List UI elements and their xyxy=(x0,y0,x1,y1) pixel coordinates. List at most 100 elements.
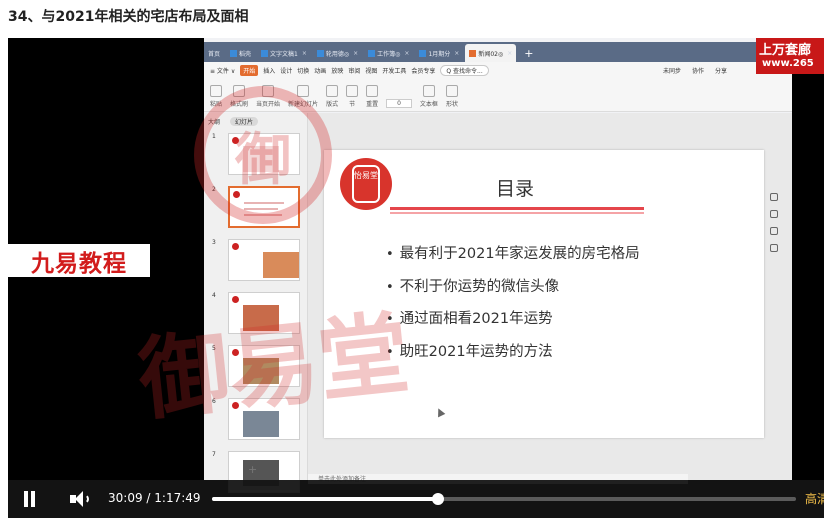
menu-right-group: 未同步 协作 分享 xyxy=(663,66,732,75)
title-rule xyxy=(390,207,644,210)
seal-watermark: 御 xyxy=(194,86,332,224)
seal-text: 怡易堂 xyxy=(352,165,380,203)
reset-icon xyxy=(366,85,379,97)
tab-active-presentation[interactable]: 新闻02◎ × xyxy=(465,44,517,62)
section-icon xyxy=(346,85,359,97)
reset-button[interactable]: 重置 xyxy=(366,85,378,108)
settings-icon[interactable] xyxy=(770,193,778,201)
menu-member[interactable]: 会员专享 xyxy=(411,66,435,75)
slide-number: 4 xyxy=(212,292,216,299)
menu-insert[interactable]: 插入 xyxy=(263,66,275,75)
menu-slideshow[interactable]: 放映 xyxy=(331,66,343,75)
bullet-item[interactable]: 通过面相看2021年运势 xyxy=(386,307,640,340)
text-box-button[interactable]: 文本框 xyxy=(420,85,438,108)
tab-label: 首页 xyxy=(208,50,221,58)
command-search[interactable]: Q 查找命令... xyxy=(440,64,489,76)
tab-slides-a[interactable]: 轮用德◎ × xyxy=(313,44,362,62)
brand-watermark-top: 上万套廊 www.265 xyxy=(756,38,824,74)
pin-icon[interactable] xyxy=(770,210,778,218)
close-icon[interactable]: × xyxy=(302,50,307,57)
close-icon[interactable]: × xyxy=(353,50,358,57)
progress-handle[interactable] xyxy=(432,493,444,505)
slides-icon xyxy=(316,49,324,57)
player-controls: 30:09 / 1:17:49 高清 xyxy=(8,480,824,518)
sync-status[interactable]: 未同步 xyxy=(663,66,681,75)
ribbon-label: 重置 xyxy=(366,101,379,108)
file-menu[interactable]: ≡ 文件 ∨ xyxy=(210,66,235,75)
tab-label: 文字文稿1 xyxy=(270,50,298,58)
seal-logo: 怡易堂 xyxy=(340,158,392,210)
thumbnail-image xyxy=(263,252,299,278)
text-box-icon xyxy=(422,85,435,97)
brand-watermark-left: 九易教程 xyxy=(8,244,150,277)
shape-icon xyxy=(445,85,458,97)
docer-icon xyxy=(230,49,238,57)
pause-icon xyxy=(31,491,35,507)
time-display: 30:09 / 1:17:49 xyxy=(108,491,201,505)
bullet-item[interactable]: 助旺2021年运势的方法 xyxy=(386,340,640,373)
menu-home[interactable]: 开始 xyxy=(240,64,259,76)
tab-docer[interactable]: 稻壳 xyxy=(226,44,255,62)
ribbon-label: 节 xyxy=(349,101,356,108)
tab-label: 轮用德◎ xyxy=(325,50,350,58)
seal-icon xyxy=(232,243,239,250)
tab-label: 稻壳 xyxy=(239,50,252,58)
menu-developer[interactable]: 开发工具 xyxy=(382,66,406,75)
menu-view[interactable]: 视图 xyxy=(365,66,377,75)
menu-review[interactable]: 审阅 xyxy=(348,66,360,75)
ribbon-label: 形状 xyxy=(445,101,458,108)
slide-number: 3 xyxy=(212,239,216,246)
tab-workbook[interactable]: 工作簿◎ × xyxy=(364,44,413,62)
slide-number: 7 xyxy=(212,451,216,458)
font-size-field[interactable]: 0 xyxy=(386,99,412,108)
pause-button[interactable] xyxy=(24,491,38,507)
layout-icon xyxy=(326,85,339,97)
close-icon[interactable]: × xyxy=(507,50,512,57)
bullet-list[interactable]: 最有利于2021年家运发展的房宅格局 不利于你运势的微信头像 通过面相看2021… xyxy=(386,242,640,372)
section-button[interactable]: 节 xyxy=(346,85,359,108)
brand-top-line2: www.265 xyxy=(762,58,814,69)
sound-wave-icon xyxy=(82,494,89,504)
bullet-item[interactable]: 最有利于2021年家运发展的房宅格局 xyxy=(386,242,640,275)
collaborate-button[interactable]: 协作 xyxy=(692,66,704,75)
quality-selector[interactable]: 高清 xyxy=(805,490,824,507)
side-toolbar xyxy=(768,193,780,252)
help-icon[interactable] xyxy=(770,244,778,252)
share-button[interactable]: 分享 xyxy=(715,66,727,75)
tab-period[interactable]: 1月期分 × xyxy=(415,44,463,62)
slide-title[interactable]: 目录 xyxy=(496,174,534,201)
tab-label: 新闻02◎ xyxy=(478,50,504,58)
doc-icon xyxy=(261,49,269,57)
close-icon[interactable]: × xyxy=(404,50,409,57)
layout-button[interactable]: 版式 xyxy=(326,85,338,108)
tab-label: 工作簿◎ xyxy=(377,50,401,58)
ribbon-label: 文本框 xyxy=(419,101,438,108)
menu-design[interactable]: 设计 xyxy=(280,66,292,75)
close-icon[interactable]: × xyxy=(454,50,459,57)
ribbon-label: 版式 xyxy=(326,101,339,108)
tab-document[interactable]: 文字文稿1 × xyxy=(257,44,311,62)
mouse-cursor-icon xyxy=(434,406,446,418)
duration: 1:17:49 xyxy=(154,491,201,505)
paste-icon xyxy=(210,85,222,97)
progress-fill xyxy=(212,497,438,501)
presentation-icon xyxy=(469,49,477,57)
volume-button[interactable] xyxy=(70,490,90,508)
new-tab-button[interactable]: + xyxy=(524,44,533,62)
bullet-item[interactable]: 不利于你运势的微信头像 xyxy=(386,275,640,308)
video-title: 34、与2021年相关的宅店布局及面相 xyxy=(8,9,249,25)
sheet-icon xyxy=(368,49,376,57)
title-rule-light xyxy=(390,212,644,214)
progress-bar[interactable] xyxy=(212,493,796,505)
menu-transition[interactable]: 切换 xyxy=(297,66,309,75)
copy-icon[interactable] xyxy=(770,227,778,235)
slide-thumbnail[interactable] xyxy=(228,239,300,281)
thumbnail-row[interactable]: 3 xyxy=(210,239,302,283)
watermark-glyph: 御 xyxy=(235,127,291,193)
shape-button[interactable]: 形状 xyxy=(445,85,458,108)
tab-home[interactable]: 首页 xyxy=(204,44,224,62)
menu-animation[interactable]: 动画 xyxy=(314,66,326,75)
video-player[interactable]: 九易教程 首页 稻壳 文字文稿1 × 轮用德◎ × 工作簿◎ × 1月期分 × 新闻02… xyxy=(8,38,824,518)
add-slide-button[interactable]: + xyxy=(248,463,257,476)
sheet-icon xyxy=(419,49,427,57)
